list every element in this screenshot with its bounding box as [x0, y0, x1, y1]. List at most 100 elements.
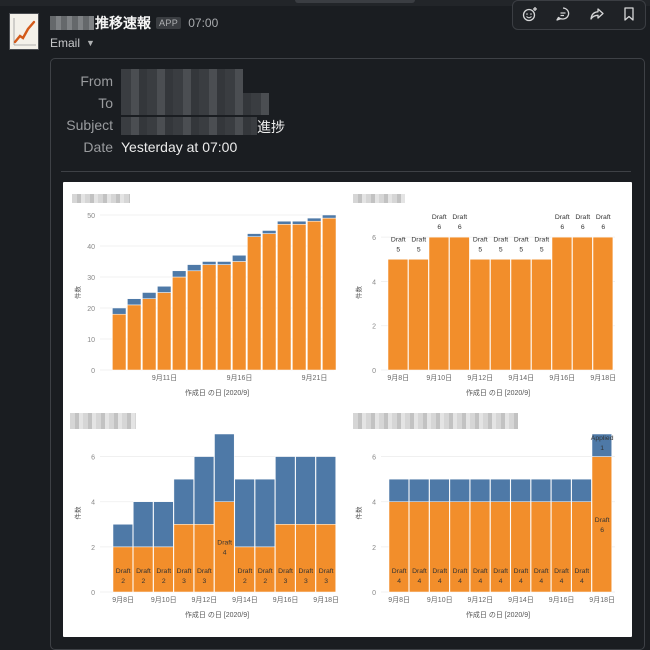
chart-1-bar [307, 217, 322, 222]
sender-avatar[interactable] [9, 13, 39, 50]
chart-3-x-tick: 9月8日 [112, 596, 134, 604]
chart-3-bar [193, 456, 215, 525]
chart-1-bar [187, 270, 202, 371]
add-reaction-icon[interactable] [522, 6, 538, 24]
chart-2-bar [490, 259, 511, 371]
chart-1-y-tick: 50 [87, 213, 95, 220]
chart-4-data-label: 4 [499, 578, 503, 585]
from-value-redacted [121, 69, 243, 96]
chart-3-data-label: Draft [177, 568, 192, 575]
chart-3-y-tick: 4 [91, 500, 95, 507]
chart-3-x-tick: 9月16日 [273, 596, 299, 604]
chart-2-data-label: 5 [396, 246, 400, 253]
chart-2-x-tick: 9月10日 [426, 374, 452, 382]
chart-2-bar [428, 236, 450, 371]
chart-3-y-tick: 0 [91, 590, 95, 597]
chart-2-bar [449, 236, 470, 371]
chart-1-bar [307, 220, 322, 371]
chart-2-x-tick: 9月8日 [387, 374, 409, 382]
chart-2-data-label: Draft [473, 236, 488, 243]
chart-3-data-label: 2 [121, 578, 125, 585]
chart-4-bar [510, 478, 531, 502]
chart-1-bar [262, 233, 277, 371]
chart-2-data-label: 6 [458, 224, 462, 231]
chart-3-x-label: 作成日 の日 [2020/9] [185, 610, 249, 619]
chart-4-data-label: 4 [438, 578, 442, 585]
chart-1-bar [172, 276, 187, 371]
chevron-down-icon: ▼ [86, 38, 95, 48]
chart-2-bar [531, 259, 552, 371]
chart-2-x-label: 作成日 の日 [2020/9] [466, 388, 530, 397]
chart-3-y-label: 件数 [73, 506, 82, 520]
chart-4-x-tick: 9月12日 [468, 596, 494, 604]
chart-1-x-label: 作成日 の日 [2020/9] [185, 388, 249, 397]
chart-3-data-label: Draft [197, 568, 212, 575]
charts-panel: 0 10 20 30 40 50 件数 9月11日 9月16日 9月21日 作成日 の日 [2020… [63, 182, 632, 637]
chart-3-data-label: 3 [304, 578, 308, 585]
chart-2-y-tick: 0 [372, 368, 376, 375]
chart-1-bar [112, 307, 127, 315]
chart-4-data-label: Draft [514, 568, 529, 575]
chart-4-x-label: 作成日 の日 [2020/9] [466, 610, 530, 619]
chart-1-bar [262, 230, 277, 234]
sender-name[interactable]: 推移速報 [95, 13, 151, 33]
chart-2-data-label: Draft [534, 236, 549, 243]
message-actions-toolbar [512, 0, 646, 30]
chart-2-bar [510, 259, 532, 371]
chart-1-y-tick: 20 [87, 306, 95, 313]
chart-3-data-label: Draft [116, 568, 131, 575]
chart-3-bar [295, 456, 316, 525]
chart-4-data-label: 6 [600, 527, 604, 534]
chart-3-bar [173, 478, 194, 525]
email-dropdown[interactable]: Email ▼ [50, 36, 95, 50]
to-label: To [98, 95, 113, 111]
chart-4-data-label: 1 [600, 445, 604, 452]
chart-1-y-tick: 10 [87, 337, 95, 344]
chart-3-bar [112, 524, 133, 548]
chart-4-bar [551, 478, 572, 502]
chart-1-bar [232, 255, 247, 262]
chart-2-bar [469, 259, 491, 371]
chart-4-bar [490, 478, 511, 502]
message-time[interactable]: 07:00 [188, 16, 218, 30]
chart-2-title-redacted [353, 194, 405, 203]
chart-3-data-label: 2 [243, 578, 247, 585]
chart-2-data-label: Draft [411, 236, 426, 243]
chart-4-data-label: Draft [574, 568, 589, 575]
email-to-row: To [51, 93, 641, 118]
chart-3-data-label: 2 [263, 578, 267, 585]
chart-1-bar [157, 286, 172, 293]
chart-2-data-label: 6 [601, 224, 605, 231]
chart-3-x-tick: 9月10日 [151, 596, 177, 604]
chart-1-bar [277, 220, 292, 225]
chart-4-data-label: 4 [458, 578, 462, 585]
chart-3-data-label: 2 [142, 578, 146, 585]
bookmark-icon[interactable] [622, 6, 636, 24]
chart-3-bar [153, 501, 174, 548]
to-value-redacted [121, 93, 269, 118]
chart-1-bar [292, 224, 307, 371]
chart-1-bar [322, 214, 337, 219]
date-label: Date [83, 139, 113, 155]
chart-2-data-label: 5 [499, 246, 503, 253]
chart-4-data-label: Draft [392, 568, 407, 575]
chart-3-bar [214, 433, 235, 502]
chart-1-bar [187, 264, 202, 272]
chart-1-y-tick: 40 [87, 244, 95, 251]
share-icon[interactable] [589, 6, 605, 24]
chart-1-title-redacted [72, 194, 130, 203]
chart-1-x-tick: 9月11日 [152, 374, 177, 382]
email-dropdown-label: Email [50, 36, 81, 50]
subject-suffix: 進捗 [257, 119, 285, 135]
reply-thread-icon[interactable] [555, 6, 571, 24]
chart-4-x-tick: 9月8日 [388, 596, 410, 604]
chart-4-data-label: Draft [534, 568, 549, 575]
chart-2-data-label: Draft [452, 214, 467, 221]
chart-1-y-tick: 30 [87, 275, 95, 282]
chart-3-data-label: Draft [278, 568, 293, 575]
chart-4-data-label: 4 [397, 578, 401, 585]
chart-2-data-label: Draft [575, 214, 590, 221]
chart-2-x-tick: 9月18日 [590, 374, 616, 382]
chart-2-data-label: 5 [417, 246, 421, 253]
chart-4-x-tick: 9月16日 [549, 596, 575, 604]
